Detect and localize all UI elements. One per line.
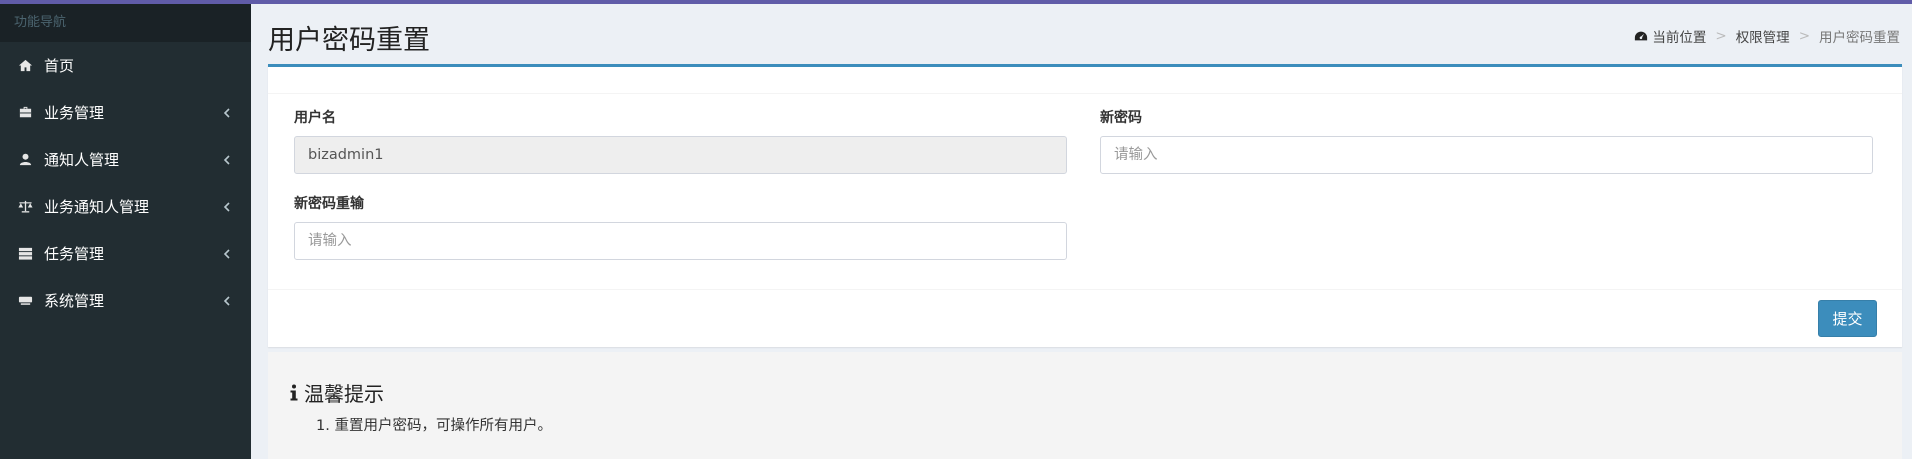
sidebar: 功能导航 首页 业务管理 通知人管理 业务通知人管理 任务管理 系统管理 [0,4,251,459]
sidebar-item-label: 通知人管理 [44,151,120,169]
new-password-field-group: 新密码 [1100,107,1873,174]
breadcrumb-active-page: 用户密码重置 [1819,30,1900,46]
main-content: 用户密码重置 当前位置 > 权限管理 > 用户密码重置 用户名 新密码 新密码重… [251,4,1912,459]
sidebar-item-system[interactable]: 系统管理 [0,277,251,324]
tips-list-item: 1. 重置用户密码，可操作所有用户。 [316,418,552,434]
dashboard-icon [1634,29,1648,43]
username-input [294,136,1067,174]
briefcase-icon [18,105,44,120]
sidebar-item-label: 业务管理 [44,104,105,122]
sidebar-item-label: 系统管理 [44,292,105,310]
user-icon [18,152,44,167]
breadcrumb-separator: > [1798,28,1810,44]
home-icon [18,58,44,73]
confirm-password-field-group: 新密码重输 [294,193,1067,260]
submit-button[interactable]: 提交 [1818,300,1877,337]
sidebar-item-label: 首页 [44,57,75,75]
sidebar-header: 功能导航 [0,4,251,42]
sidebar-item-label: 业务通知人管理 [44,198,150,216]
tips-list: 1. 重置用户密码，可操作所有用户。 [316,414,552,435]
sidebar-item-business[interactable]: 业务管理 [0,89,251,136]
chevron-left-icon [223,295,233,306]
chevron-left-icon [223,201,233,212]
breadcrumb-separator: > [1715,28,1727,44]
keyboard-icon [18,293,44,308]
confirm-password-input[interactable] [294,222,1067,260]
new-password-input[interactable] [1100,136,1873,174]
tips-callout: 温馨提示 1. 重置用户密码，可操作所有用户。 [268,352,1902,459]
sidebar-item-notifier[interactable]: 通知人管理 [0,136,251,183]
username-field-group: 用户名 [294,107,1067,174]
reset-password-form-box: 用户名 新密码 新密码重输 提交 [268,64,1902,347]
sidebar-item-business-notifier[interactable]: 业务通知人管理 [0,183,251,230]
box-footer: 提交 [268,289,1902,347]
confirm-password-label: 新密码重输 [294,196,364,212]
page-title: 用户密码重置 [268,25,430,56]
breadcrumb-permission-management[interactable]: 权限管理 [1736,26,1790,46]
chevron-left-icon [223,248,233,259]
breadcrumb-current-location[interactable]: 当前位置 [1652,26,1706,46]
box-header [268,67,1902,94]
info-icon [289,384,299,402]
balance-scale-icon [18,199,44,214]
sidebar-item-home[interactable]: 首页 [0,42,251,89]
tips-title-text: 温馨提示 [304,382,384,406]
tips-title: 温馨提示 [289,378,384,407]
sidebar-item-label: 任务管理 [44,245,105,263]
breadcrumb: 当前位置 > 权限管理 > 用户密码重置 [1634,26,1900,46]
server-icon [18,246,44,261]
sidebar-item-tasks[interactable]: 任务管理 [0,230,251,277]
username-label: 用户名 [294,110,336,126]
chevron-left-icon [223,107,233,118]
new-password-label: 新密码 [1100,110,1142,126]
chevron-left-icon [223,154,233,165]
